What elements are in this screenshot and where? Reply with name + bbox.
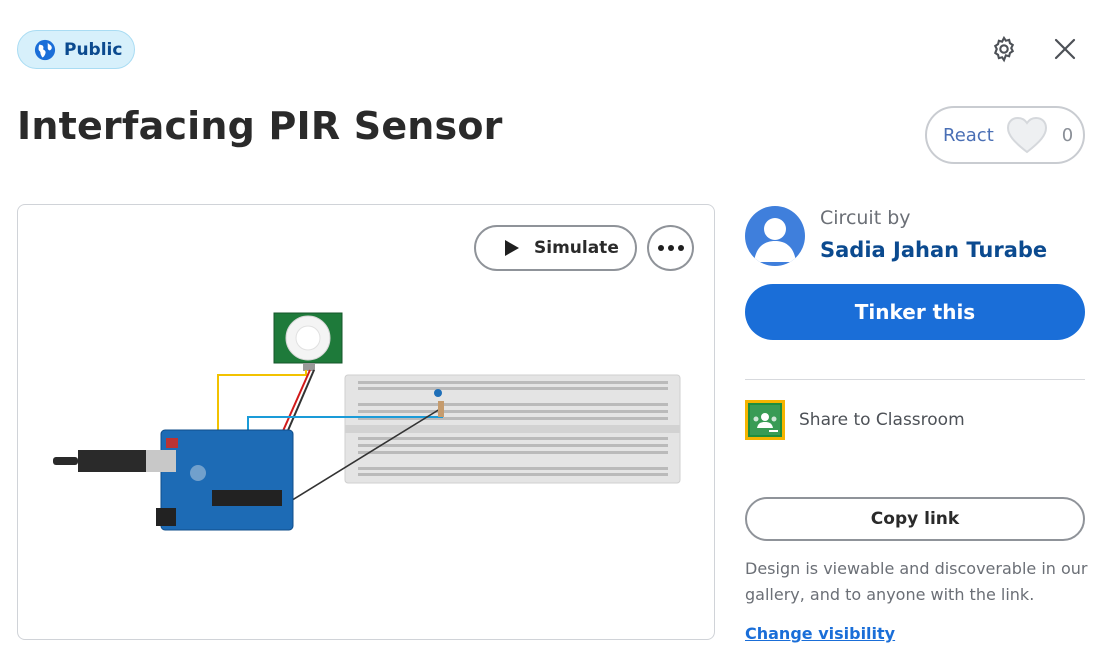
circuit-preview: Simulate — [17, 204, 715, 640]
tinker-this-button[interactable]: Tinker this — [745, 284, 1085, 340]
react-button[interactable]: React 0 — [925, 106, 1085, 164]
google-classroom-icon — [745, 400, 785, 440]
globe-icon — [34, 39, 56, 60]
author-name-link[interactable]: Sadia Jahan Turabe — [820, 238, 1047, 262]
more-horizontal-icon — [657, 245, 684, 251]
gear-icon[interactable] — [989, 34, 1019, 64]
share-to-classroom-label: Share to Classroom — [799, 410, 965, 430]
heart-icon — [1006, 116, 1047, 154]
visibility-description: Design is viewable and discoverable in o… — [745, 559, 1088, 604]
divider — [745, 379, 1085, 380]
user-icon — [754, 218, 796, 262]
visibility-badge[interactable]: Public — [17, 30, 135, 69]
visibility-badge-label: Public — [64, 39, 123, 60]
circuit-by-label: Circuit by — [820, 207, 911, 229]
page-title: Interfacing PIR Sensor — [17, 104, 503, 148]
share-to-classroom-button[interactable]: Share to Classroom — [745, 400, 965, 440]
more-options-button[interactable] — [647, 225, 694, 271]
change-visibility-link[interactable]: Change visibility — [745, 624, 895, 643]
react-label: React — [943, 124, 994, 146]
simulate-label: Simulate — [534, 238, 619, 258]
simulate-button[interactable]: Simulate — [474, 225, 637, 271]
copy-link-button[interactable]: Copy link — [745, 497, 1085, 541]
play-icon — [505, 240, 519, 256]
avatar[interactable] — [745, 206, 805, 266]
react-count: 0 — [1061, 124, 1074, 146]
close-icon[interactable] — [1050, 34, 1080, 64]
